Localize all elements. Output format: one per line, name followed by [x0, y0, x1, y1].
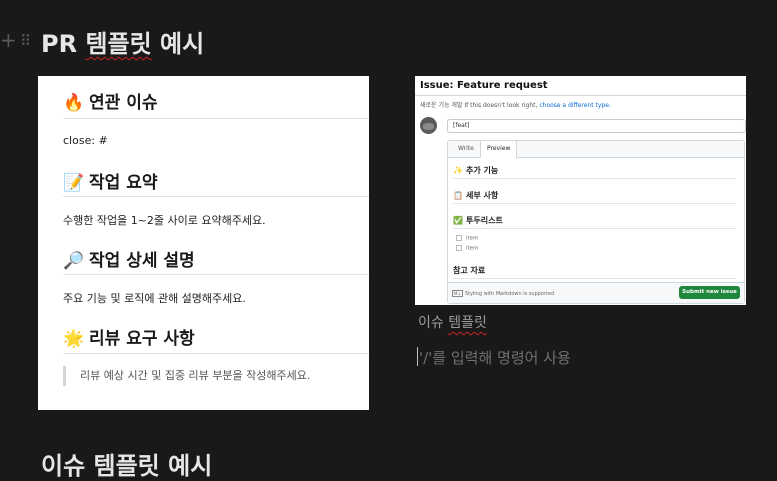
detail-text: 주요 기능 및 로직에 관해 설명해주세요. — [63, 292, 246, 305]
editor-tabs: Write Preview — [448, 141, 744, 158]
heading-word-template: 템플릿 — [85, 30, 152, 58]
check-mark-icon: ✅ — [453, 216, 463, 225]
caption-word: 템플릿 — [448, 315, 487, 331]
divider — [453, 178, 736, 179]
review-quote: 리뷰 예상 시간 및 집중 리뷰 부분을 작성해주세요. — [63, 366, 310, 386]
issue-type-note: 새로운 기능 개발 If this doesn't look right, ch… — [420, 102, 611, 109]
issue-footer: M↓ Styling with Markdown is supported Sub… — [448, 282, 744, 303]
image-caption[interactable]: 이슈 템플릿 — [418, 312, 487, 332]
issue-title-input: [feat] — [447, 119, 746, 133]
checklist-item: item — [456, 235, 478, 242]
tab-preview: Preview — [480, 141, 518, 158]
issue-body-panel: Write Preview ✨ 추가 기능 📋 세부 사항 ✅ 투두리스트 item … — [447, 140, 745, 304]
section-heading-related-issue: 🔥 연관 이슈 — [63, 93, 158, 113]
heading-prefix: PR — [41, 30, 78, 58]
magnifier-icon: 🔎 — [63, 251, 85, 271]
heading-word-example: 예시 — [160, 30, 205, 58]
choose-type-link: choose a different type. — [539, 102, 611, 109]
clipboard-icon: 📋 — [453, 191, 463, 200]
issue-template-image[interactable]: Issue: Feature request 새로운 기능 개발 If this… — [415, 76, 746, 305]
markdown-icon: M↓ — [452, 290, 463, 297]
issue-heading-feature: ✨ 추가 기능 — [453, 166, 499, 175]
avatar — [420, 117, 437, 134]
divider — [453, 203, 736, 204]
submit-issue-button: Submit new issue — [679, 286, 740, 299]
divider — [63, 196, 369, 197]
star-icon: 🌟 — [63, 329, 85, 349]
close-line: close: # — [63, 134, 108, 147]
drag-handle-icon[interactable]: ⠿ — [20, 32, 31, 50]
fire-icon: 🔥 — [63, 93, 85, 113]
checklist-item: item — [456, 245, 478, 252]
section-heading-review: 🌟 리뷰 요구 사항 — [63, 329, 195, 349]
issue-title: Issue: Feature request — [420, 80, 548, 91]
divider — [453, 278, 736, 279]
empty-block-placeholder[interactable]: '/'를 입력해 명령어 사용 — [419, 347, 571, 368]
checkbox-icon — [456, 235, 462, 241]
pr-template-image[interactable]: 🔥 연관 이슈 close: # 📝 작업 요약 수행한 작업을 1~2줄 사이로 … — [38, 76, 369, 410]
summary-text: 수행한 작업을 1~2줄 사이로 요약해주세요. — [63, 214, 266, 227]
issue-heading-todo: ✅ 투두리스트 — [453, 216, 503, 225]
divider — [63, 118, 369, 119]
markdown-note: M↓ Styling with Markdown is supported — [452, 290, 555, 297]
section-heading-summary: 📝 작업 요약 — [63, 173, 158, 193]
memo-icon: 📝 — [63, 173, 85, 193]
add-block-icon[interactable]: + — [0, 30, 17, 50]
divider — [63, 353, 369, 354]
text-cursor — [417, 347, 418, 366]
tab-write: Write — [458, 145, 474, 152]
sparkles-icon: ✨ — [453, 166, 463, 175]
issue-heading-details: 📋 세부 사항 — [453, 191, 499, 200]
page-heading[interactable]: PR 템플릿 예시 — [41, 24, 204, 59]
issue-heading-references: 참고 자료 — [453, 266, 486, 275]
next-section-heading[interactable]: 이슈 템플릿 예시 — [41, 446, 212, 481]
divider — [415, 95, 746, 96]
section-heading-detail: 🔎 작업 상세 설명 — [63, 251, 195, 271]
divider — [453, 228, 736, 229]
checkbox-icon — [456, 245, 462, 251]
divider — [63, 274, 369, 275]
